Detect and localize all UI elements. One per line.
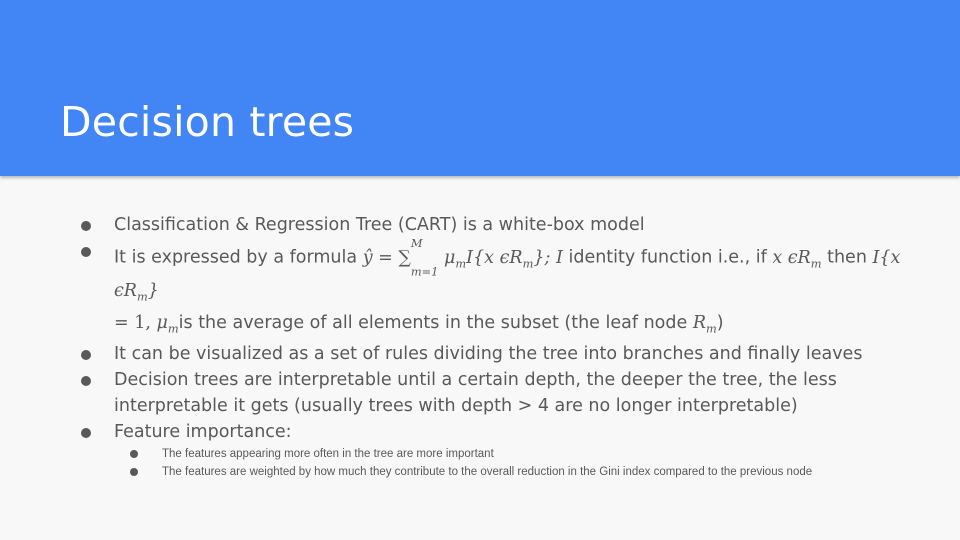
sub-bullet-text: The features are weighted by how much th… [162,466,813,479]
condition: x ϵRm [772,247,822,271]
bullet-item: It is expressed by a formula ŷ = ∑M m=1 μ… [80,236,920,341]
bullet-text: Classification & Regression Tree (CART) … [114,215,645,235]
bullet-dot-icon [81,221,91,231]
slide-body: Classification & Regression Tree (CART) … [80,212,920,481]
bullet-item: Decision trees are interpretable until a… [80,367,920,419]
bullet-text: Decision trees are interpretable until a… [114,370,837,417]
sub-bullet-list: The features appearing more often in the… [128,445,920,481]
bullet-item: It can be visualized as a set of rules d… [80,341,920,367]
leaf-symbol: Rm [692,312,717,336]
title-banner: Decision trees [0,0,960,176]
sub-bullet-item: The features appearing more often in the… [94,445,920,463]
bullet-dot-icon [81,376,91,387]
bullet-text: It can be visualized as a set of rules d… [114,344,863,365]
bullet-text: It is expressed by a formula [114,247,358,268]
bullet-list: Classification & Regression Tree (CART) … [80,212,920,481]
bullet-dot-icon [81,350,91,361]
bullet-dot-icon [81,428,91,439]
bullet-dot-icon [81,247,91,257]
sub-bullet-dot-icon [130,468,138,477]
bullet-item: Feature importance: The features appeari… [80,419,920,481]
equals-one: = 1, [114,312,157,333]
bullet-item: Classification & Regression Tree (CART) … [80,212,920,238]
sub-bullet-text: The features appearing more often in the… [162,448,494,461]
mu-symbol: μm [156,312,179,336]
bullet-text: Feature importance: [114,422,292,443]
sub-bullet-item: The features are weighted by how much th… [94,463,920,481]
slide-title: Decision trees [60,98,355,146]
formula: ŷ = ∑M m=1 μmI{x ϵRm}; I [362,236,563,279]
sub-bullet-dot-icon [130,450,138,459]
